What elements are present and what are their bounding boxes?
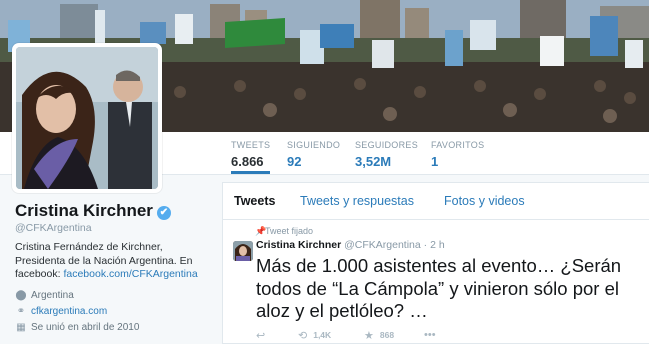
stat-label: SIGUIENDO [287,140,341,150]
tab-tweets[interactable]: Tweets [234,194,275,208]
stat-label: SEGUIDORES [355,140,419,150]
bio-line-1: Cristina Fernández de Kirchner, [15,241,163,253]
bio-line-2: Presidenta de la Nación Argentina. En [15,254,193,267]
stat-tweets[interactable]: TWEETS 6.866 [231,140,271,174]
tweet-author-handle[interactable]: @CFKArgentina [344,239,421,251]
stat-label: TWEETS [231,140,271,150]
favorite-count: 868 [379,330,395,340]
profile-bio: Cristina Fernández de Kirchner, Presiden… [15,241,215,282]
profile-website: ⚭ cfkargentina.com [15,305,107,319]
profile-name[interactable]: Cristina Kirchner ✔ [15,201,171,221]
tweet-author-name[interactable]: Cristina Kirchner [256,239,341,251]
tweet-timestamp[interactable]: · 2 h [424,239,445,251]
location-text: Argentina [31,290,74,301]
reply-button[interactable]: ↩ [256,329,271,342]
reply-icon: ↩ [256,330,266,342]
retweet-count: 1,4K [313,330,332,340]
profile-handle[interactable]: @CFKArgentina [15,222,92,234]
pinned-text: Tweet fijado [265,226,314,236]
timeline: Tweets Tweets y respuestas Fotos y video… [222,182,649,344]
stat-favorites[interactable]: FAVORITOS 1 [431,140,484,174]
tweet-text: Más de 1.000 asistentes al evento… ¿Será… [256,255,622,321]
more-dots-icon: ••• [424,329,436,341]
verified-badge-icon: ✔ [156,206,171,220]
link-icon: ⚭ [16,306,26,317]
more-button[interactable]: ••• [424,329,442,341]
tweet-header: Cristina Kirchner @CFKArgentina · 2 h [256,239,445,251]
stat-value: 3,52M [355,154,392,169]
pinned-tweet-label: 📌Tweet fijado [255,226,313,237]
star-icon: ★ [364,330,374,342]
avatar-photo [16,47,158,189]
pin-icon: 📌 [255,226,267,236]
timeline-tabs: Tweets Tweets y respuestas Fotos y video… [223,183,649,220]
tweet-actions: ↩ ⟲ 1,4K ★ 868 ••• [256,329,636,343]
profile-joined: ▦ Se unió en abril de 2010 [15,321,139,335]
profile-name-text: Cristina Kirchner [15,201,153,220]
website-link[interactable]: cfkargentina.com [31,306,107,317]
bio-facebook-link[interactable]: facebook.com/CFKArgentina [63,268,197,280]
tab-tweets-and-replies[interactable]: Tweets y respuestas [300,194,414,208]
calendar-icon: ▦ [16,322,26,333]
stat-label: FAVORITOS [431,140,485,150]
profile-location: ⬤ Argentina [15,289,74,303]
stat-followers[interactable]: SEGUIDORES 3,52M [355,140,418,174]
tweet-author-avatar[interactable] [233,241,253,261]
stat-value: 6.866 [231,154,264,169]
bio-prefix: facebook: [15,268,64,280]
stat-value: 92 [287,154,302,169]
location-pin-icon: ⬤ [15,290,27,301]
retweet-icon: ⟲ [298,330,308,342]
profile-avatar[interactable] [12,43,162,193]
favorite-button[interactable]: ★ 868 [364,329,394,342]
tab-photos-and-videos[interactable]: Fotos y videos [444,194,525,208]
joined-text: Se unió en abril de 2010 [31,322,140,333]
stat-following[interactable]: SIGUIENDO 92 [287,140,340,174]
bio-line-3: facebook: facebook.com/CFKArgentina [15,268,215,282]
retweet-button[interactable]: ⟲ 1,4K [298,329,331,342]
stat-value: 1 [431,154,439,169]
